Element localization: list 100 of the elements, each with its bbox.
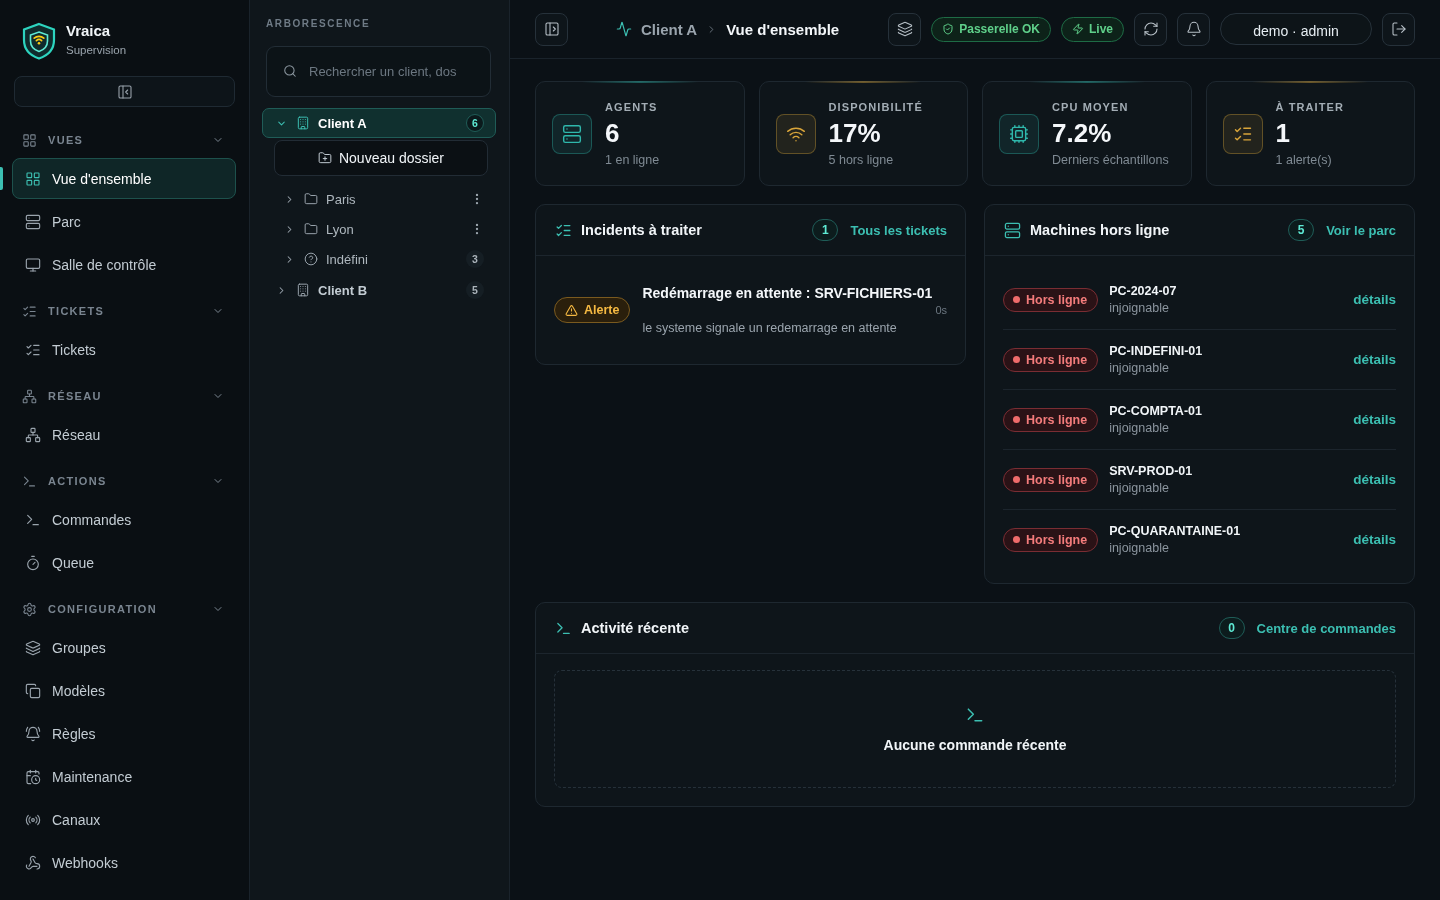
grid-icon [25,170,41,187]
status-dot-icon [1013,476,1020,483]
network-icon [25,426,41,443]
machine-detail: injoignable [1109,359,1170,377]
terminal-icon [965,705,985,725]
logout-button[interactable] [1382,12,1415,46]
sidebar-collapse-icon [116,83,133,100]
nav-item[interactable]: Commandes [12,499,236,540]
machine-name: PC-COMPTA-01 [1109,402,1202,420]
nav-item[interactable]: Canaux [12,799,236,840]
machine-detail: injoignable [1109,479,1170,497]
tree-item[interactable]: Lyon [270,214,496,244]
count-badge: 5 [1288,219,1315,241]
building-icon [296,116,310,130]
server-icon [1004,221,1021,239]
layers-icon [25,639,41,656]
details-link[interactable]: détails [1353,412,1396,427]
machine-name: PC-2024-07 [1109,282,1177,300]
section-toggle[interactable]: VUES [12,130,236,150]
incident-title: Redémarrage en attente : SRV-FICHIERS-01 [642,284,934,303]
new-folder-button[interactable]: Nouveau dossier [274,140,488,176]
stat-caption: Derniers échantillons [1052,151,1169,168]
severity-pill: Alerte [554,297,631,323]
count-badge: 5 [466,281,484,299]
tree-item[interactable]: Paris [270,184,496,214]
status-pill: Hors ligne [1003,287,1099,312]
toggle-panel-button[interactable] [535,12,568,46]
bell-icon [1185,21,1202,37]
stat-label: DISPONIBILITÉ [828,99,923,114]
stat-label: À TRAITER [1275,99,1345,114]
folder-icon [304,222,318,236]
search-field[interactable]: Rechercher un client, dos [266,46,491,97]
lightning-icon [1072,23,1084,35]
machine-name: PC-INDEFINI-01 [1109,342,1203,360]
section-toggle[interactable]: RÉSEAU [12,386,236,406]
section-toggle[interactable]: ACTIONS [12,471,236,491]
stat-caption: 1 en ligne [605,151,660,168]
nav-item[interactable]: Webhooks [12,842,236,883]
panel-title: Machines hors ligne [1030,222,1170,238]
nav-item[interactable]: Salle de contrôle [12,244,236,285]
shield-check-icon [942,23,955,35]
user-menu-button[interactable]: demo · admin [1220,13,1372,45]
count-badge: 3 [466,250,484,268]
stat-value: 6 [605,117,621,148]
nav-item[interactable]: Maintenance [12,756,236,797]
layers-icon [896,21,913,37]
folder-plus-icon [317,151,332,165]
checklist-icon [22,303,37,319]
machine-name: SRV-PROD-01 [1109,462,1193,480]
grid-icon [22,132,37,148]
warning-icon [565,303,578,317]
sidebar-toggle-icon [543,21,560,37]
status-pill: Hors ligne [1003,467,1099,492]
breadcrumb-link[interactable]: Vue d'ensemble [726,20,840,38]
tree-item[interactable]: Indéfini 3 [270,244,496,274]
status-pill: Passerelle OK [931,16,1051,42]
panel-title: ARBORESCENCE [266,18,372,30]
refresh-icon [1142,21,1159,37]
empty-message: Aucune commande récente [883,737,1067,753]
status-pill: Live [1061,16,1124,42]
nav-item[interactable]: Tickets [12,329,236,370]
copy-icon [25,682,41,699]
server-icon [25,213,41,230]
details-link[interactable]: détails [1353,472,1396,487]
details-link[interactable]: détails [1353,352,1396,367]
machine-detail: injoignable [1109,299,1170,317]
logout-icon [1390,21,1407,37]
section-toggle[interactable]: CONFIGURATION [12,599,236,619]
stat-label: AGENTS [605,99,659,114]
status-pill: Hors ligne [1003,527,1099,552]
nav-item[interactable]: Groupes [12,627,236,668]
notifications-button[interactable] [1177,12,1210,46]
building-icon [296,283,310,297]
section-toggle[interactable]: TICKETS [12,301,236,321]
refresh-button[interactable] [1134,12,1167,46]
calendar-clock-icon [25,768,41,785]
layers-button[interactable] [888,12,922,46]
breadcrumb-link[interactable]: Client A [641,20,698,38]
stat-value: 7.2% [1052,117,1113,148]
stat-value: 1 [1275,117,1291,148]
nav-item[interactable]: Parc [12,201,236,242]
nav-item[interactable]: Réseau [12,414,236,455]
tree-item[interactable]: Client B 5 [262,275,496,305]
count-badge: 6 [466,114,484,132]
nav-item[interactable]: Règles [12,713,236,754]
panel-link[interactable]: Centre de commandes [1256,620,1396,636]
panel-link[interactable]: Voir le parc [1326,222,1396,238]
panel-link[interactable]: Tous les tickets [850,222,947,238]
details-link[interactable]: détails [1353,532,1396,547]
stat-value: 17% [828,117,882,148]
nav-item[interactable]: Queue [12,542,236,583]
details-link[interactable]: détails [1353,292,1396,307]
bell-icon [25,725,41,742]
incident-description: le systeme signale un redemarrage en attente [642,320,898,337]
nav-item[interactable]: Modèles [12,670,236,711]
machine-name: PC-QUARANTAINE-01 [1109,522,1241,540]
folder-icon [304,192,318,206]
tree-item[interactable]: Client A 6 [262,108,496,138]
machine-detail: injoignable [1109,539,1170,557]
settings-icon [22,601,37,617]
